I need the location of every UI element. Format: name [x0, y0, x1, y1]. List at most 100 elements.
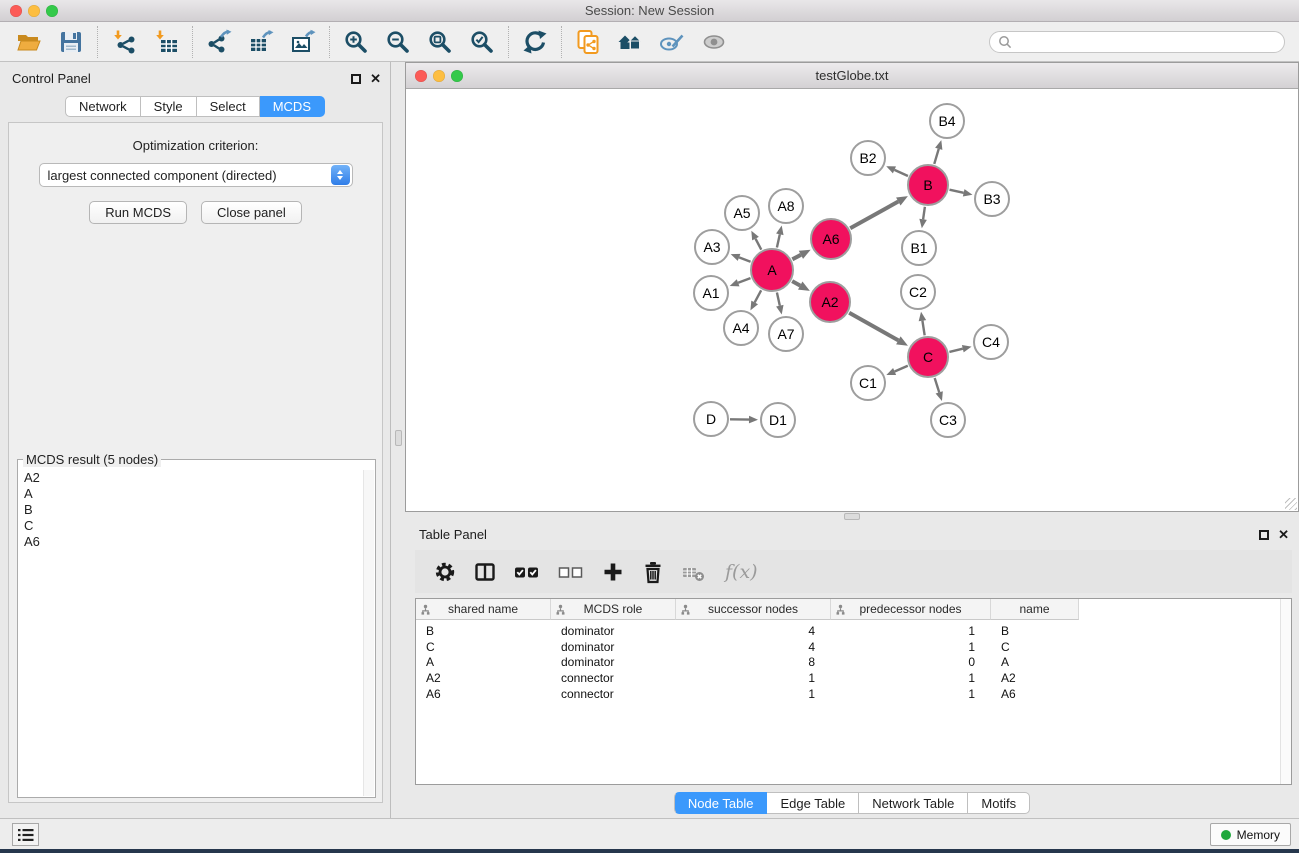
- close-network-light[interactable]: [415, 70, 427, 82]
- deselect-all-checkboxes-icon[interactable]: [557, 560, 585, 584]
- memory-button[interactable]: Memory: [1210, 823, 1291, 846]
- task-history-button[interactable]: [12, 823, 39, 846]
- column-header-name[interactable]: name: [991, 599, 1079, 620]
- network-window-titlebar[interactable]: testGlobe.txt: [406, 63, 1298, 89]
- divider-grip-vertical[interactable]: [395, 430, 402, 446]
- graph-node-C2[interactable]: C2: [901, 275, 935, 309]
- graph-node-A7[interactable]: A7: [769, 317, 803, 351]
- graph-edge-C-C2[interactable]: [922, 321, 924, 336]
- graph-node-B4[interactable]: B4: [930, 104, 964, 138]
- criterion-dropdown[interactable]: largest connected component (directed): [39, 163, 353, 187]
- float-panel-icon[interactable]: [1259, 530, 1269, 540]
- graph-edge-A-A8[interactable]: [777, 234, 780, 247]
- function-builder-icon[interactable]: f(x): [725, 561, 758, 583]
- graph-edge-A-A6[interactable]: [792, 255, 801, 259]
- table-settings-gear-icon[interactable]: [433, 560, 457, 584]
- export-network-icon[interactable]: [198, 25, 240, 59]
- table-row-a6[interactable]: A6connector11A6: [416, 687, 1291, 703]
- delete-entry-trash-icon[interactable]: [641, 560, 665, 584]
- zoom-network-light[interactable]: [451, 70, 463, 82]
- minimize-window-light[interactable]: [28, 5, 40, 17]
- tab-style[interactable]: Style: [141, 96, 197, 117]
- graph-node-B2[interactable]: B2: [851, 141, 885, 175]
- graph-edge-A6-B[interactable]: [850, 202, 898, 229]
- select-all-checkboxes-icon[interactable]: [513, 560, 541, 584]
- graph-edge-B-B1[interactable]: [923, 207, 925, 220]
- delete-table-icon[interactable]: [681, 560, 705, 584]
- graph-node-B3[interactable]: B3: [975, 182, 1009, 216]
- column-header-predecessor-nodes[interactable]: predecessor nodes: [831, 599, 991, 620]
- graph-node-D[interactable]: D: [694, 402, 728, 436]
- table-row-b[interactable]: Bdominator41B: [416, 624, 1291, 640]
- graph-node-A1[interactable]: A1: [694, 276, 728, 310]
- table-scrollbar[interactable]: [1280, 599, 1291, 784]
- graph-node-A6[interactable]: A6: [811, 219, 851, 259]
- divider-grip-horizontal[interactable]: [844, 513, 860, 520]
- search-input[interactable]: [1017, 34, 1276, 49]
- graph-edge-A-A5[interactable]: [756, 239, 762, 250]
- zoom-in-icon[interactable]: [335, 25, 377, 59]
- graph-edge-C-C3[interactable]: [935, 378, 940, 392]
- node-table[interactable]: shared nameMCDS rolesuccessor nodesprede…: [415, 598, 1292, 785]
- graph-edge-A-A3[interactable]: [739, 257, 750, 261]
- table-row-c[interactable]: Cdominator41C: [416, 640, 1291, 656]
- zoom-fit-icon[interactable]: [419, 25, 461, 59]
- tab-network-table[interactable]: Network Table: [859, 792, 968, 814]
- graph-edge-C-C4[interactable]: [949, 349, 962, 352]
- tab-mcds[interactable]: MCDS: [260, 96, 325, 117]
- export-image-icon[interactable]: [282, 25, 324, 59]
- search-box[interactable]: [989, 31, 1285, 53]
- result-item-b[interactable]: B: [19, 502, 362, 518]
- graph-node-C3[interactable]: C3: [931, 403, 965, 437]
- result-item-a6[interactable]: A6: [19, 534, 362, 550]
- clone-network-icon[interactable]: [567, 25, 609, 59]
- add-entry-icon[interactable]: [601, 560, 625, 584]
- graph-node-A8[interactable]: A8: [769, 189, 803, 223]
- zoom-out-icon[interactable]: [377, 25, 419, 59]
- graph-edge-A-A7[interactable]: [777, 292, 780, 305]
- tab-edge-table[interactable]: Edge Table: [767, 792, 859, 814]
- result-scrollbar[interactable]: [363, 470, 374, 796]
- network-canvas[interactable]: B4B2BB3A8A5A6A3B1AA1C2A2A4A7C4CC1C3DD1: [406, 89, 1298, 511]
- graph-node-D1[interactable]: D1: [761, 403, 795, 437]
- zoom-selected-icon[interactable]: [461, 25, 503, 59]
- save-session-icon[interactable]: [50, 25, 92, 59]
- column-header-shared-name[interactable]: shared name: [416, 599, 551, 620]
- close-panel-icon[interactable]: ✕: [1278, 529, 1289, 541]
- graph-node-A4[interactable]: A4: [724, 311, 758, 345]
- run-mcds-button[interactable]: Run MCDS: [89, 201, 187, 224]
- column-header-mcds-role[interactable]: MCDS role: [551, 599, 676, 620]
- minimize-network-light[interactable]: [433, 70, 445, 82]
- tab-network[interactable]: Network: [65, 96, 141, 117]
- result-item-a2[interactable]: A2: [19, 470, 362, 486]
- toggle-columns-icon[interactable]: [473, 560, 497, 584]
- tab-node-table[interactable]: Node Table: [674, 792, 768, 814]
- import-table-icon[interactable]: [145, 25, 187, 59]
- close-panel-button[interactable]: Close panel: [201, 201, 302, 224]
- graph-node-A5[interactable]: A5: [725, 196, 759, 230]
- close-panel-icon[interactable]: ✕: [370, 73, 381, 85]
- hide-graphics-details-icon[interactable]: [651, 25, 693, 59]
- graph-node-B1[interactable]: B1: [902, 231, 936, 265]
- graph-node-A2[interactable]: A2: [810, 282, 850, 322]
- result-item-c[interactable]: C: [19, 518, 362, 534]
- tab-select[interactable]: Select: [197, 96, 260, 117]
- graph-edge-A-A1[interactable]: [738, 278, 750, 283]
- graph-edge-B-B4[interactable]: [934, 149, 938, 164]
- zoom-window-light[interactable]: [46, 5, 58, 17]
- graph-node-A3[interactable]: A3: [695, 230, 729, 264]
- import-network-icon[interactable]: [103, 25, 145, 59]
- tab-motifs[interactable]: Motifs: [968, 792, 1030, 814]
- graph-node-C4[interactable]: C4: [974, 325, 1008, 359]
- graph-node-C1[interactable]: C1: [851, 366, 885, 400]
- graph-node-C[interactable]: C: [908, 337, 948, 377]
- table-row-a[interactable]: Adominator80A: [416, 655, 1291, 671]
- refresh-icon[interactable]: [514, 25, 556, 59]
- graph-edge-A-A2[interactable]: [792, 281, 800, 285]
- graph-edge-C-C1[interactable]: [895, 366, 908, 372]
- show-graphics-details-icon[interactable]: [693, 25, 735, 59]
- export-table-icon[interactable]: [240, 25, 282, 59]
- show-all-networks-icon[interactable]: [609, 25, 651, 59]
- column-header-successor-nodes[interactable]: successor nodes: [676, 599, 831, 620]
- resize-handle[interactable]: [1285, 498, 1297, 510]
